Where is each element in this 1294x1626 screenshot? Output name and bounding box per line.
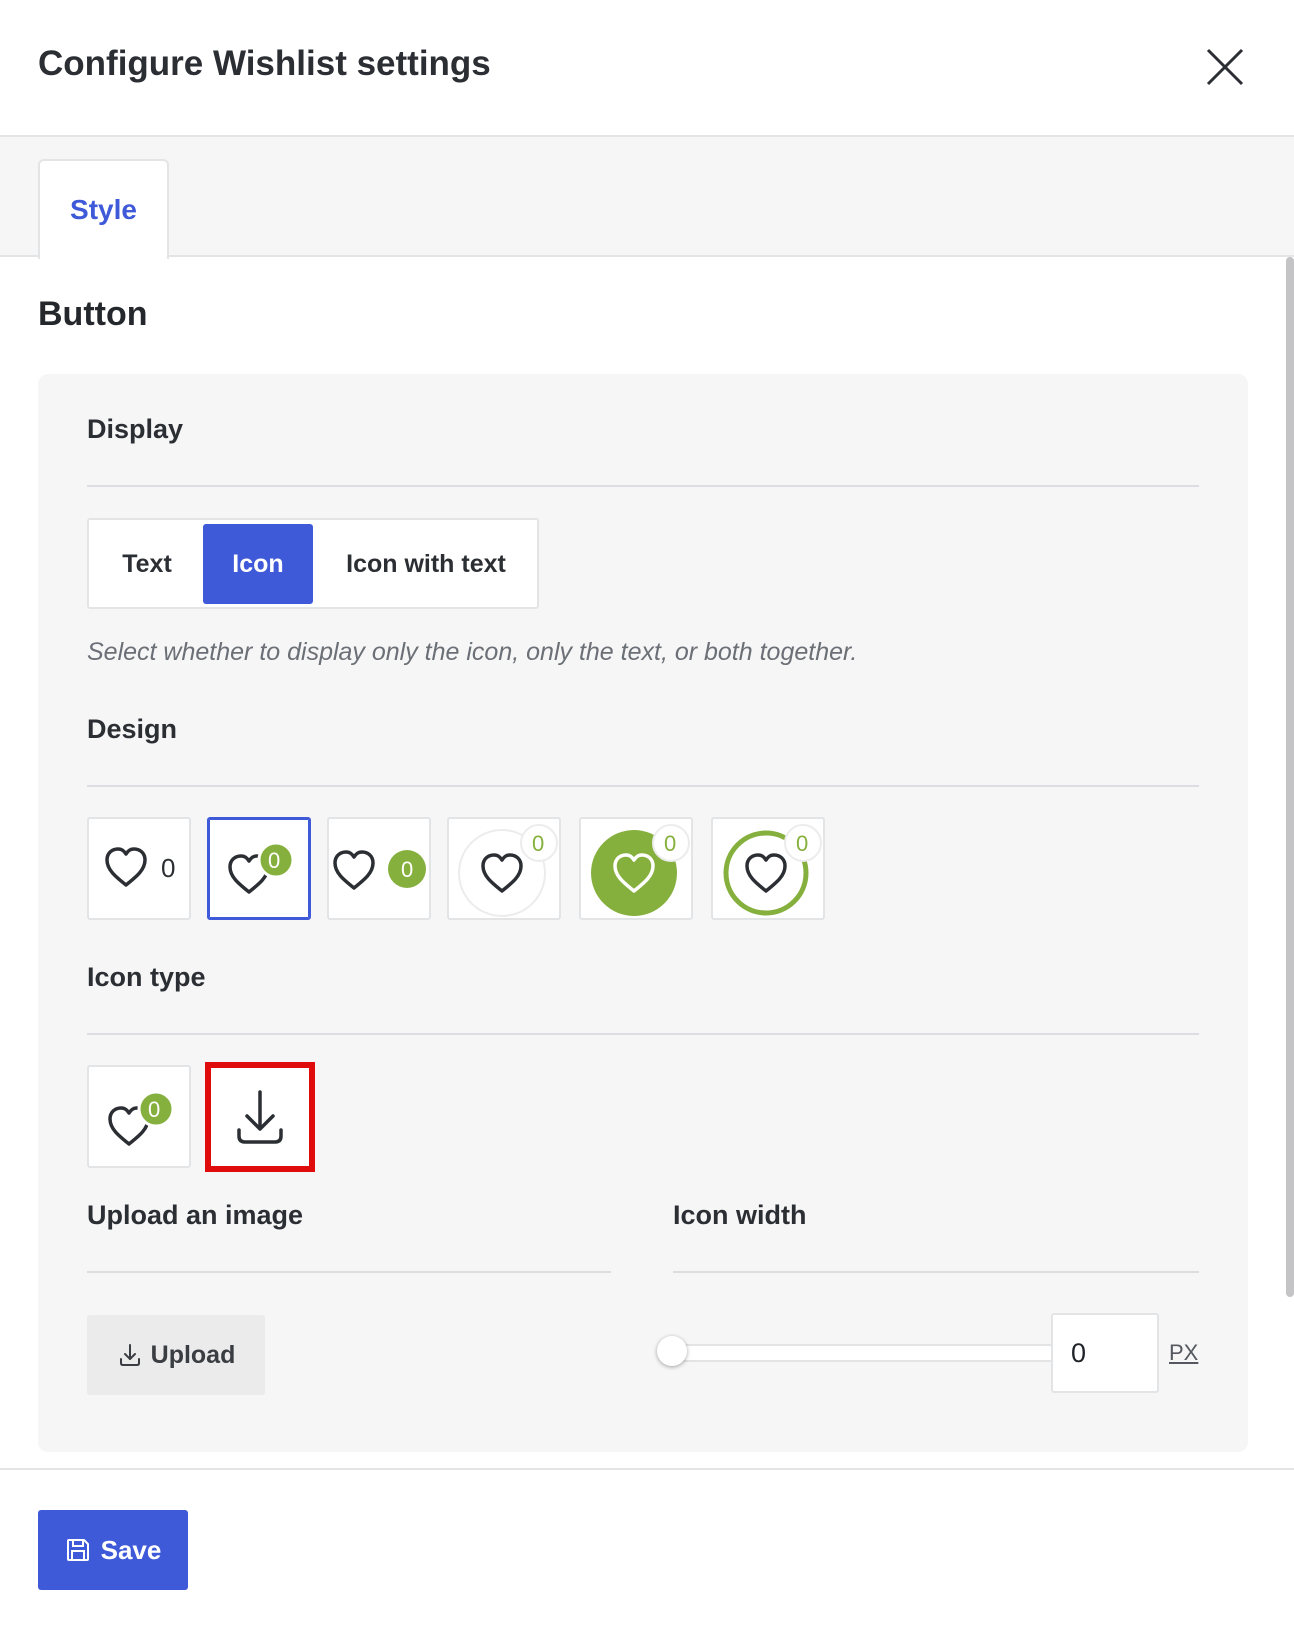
display-label: Display	[87, 414, 184, 444]
footer-divider	[0, 1468, 1294, 1470]
modal-title: Configure Wishlist settings	[38, 44, 491, 83]
design-option-6[interactable]: 0	[711, 817, 825, 920]
display-segmented-control: Text Icon Icon with text	[87, 518, 539, 609]
heart-icon	[105, 847, 147, 887]
design-option-1[interactable]: 0	[87, 817, 191, 920]
icon-width-label: Icon width	[673, 1200, 807, 1230]
design-count-badge: 0	[401, 857, 414, 882]
icon-width-slider-track[interactable]	[678, 1344, 1074, 1362]
design-option-5[interactable]: 0	[579, 817, 693, 920]
save-button[interactable]: Save	[38, 1510, 188, 1590]
design-option-2[interactable]: 0	[207, 817, 311, 920]
divider	[87, 485, 1199, 487]
download-icon	[237, 1090, 283, 1144]
design-option-4[interactable]: 0	[447, 817, 561, 920]
design-option-3[interactable]: 0	[327, 817, 431, 920]
tab-style[interactable]: Style	[38, 159, 169, 259]
design-count: 0	[161, 853, 176, 883]
scrollbar[interactable]	[1286, 257, 1294, 1297]
close-icon[interactable]	[1200, 42, 1250, 92]
heart-icon	[333, 850, 375, 890]
section-title: Button	[38, 295, 148, 333]
divider	[87, 785, 1199, 787]
upload-icon	[119, 1344, 140, 1366]
design-count-badge: 0	[532, 831, 545, 856]
display-option-text[interactable]: Text	[93, 524, 201, 604]
upload-button[interactable]: Upload	[87, 1315, 265, 1395]
design-count-badge: 0	[268, 848, 281, 873]
design-count-badge: 0	[664, 831, 677, 856]
icon-type-download[interactable]	[205, 1062, 315, 1172]
modal-header: Configure Wishlist settings	[0, 0, 1294, 137]
tab-bar: Style	[0, 137, 1294, 259]
divider	[87, 1033, 1199, 1035]
icon-width-slider-thumb[interactable]	[657, 1336, 687, 1366]
settings-panel: Display Text Icon Icon with text Select …	[38, 374, 1248, 1452]
display-help-text: Select whether to display only the icon,…	[87, 638, 858, 666]
icon-type-heart[interactable]: 0	[87, 1065, 191, 1168]
save-button-label: Save	[100, 1534, 162, 1565]
divider	[87, 1271, 611, 1273]
design-label: Design	[87, 714, 178, 744]
save-icon	[66, 1539, 89, 1561]
display-option-icon-with-text[interactable]: Icon with text	[315, 524, 537, 604]
upload-button-label: Upload	[150, 1340, 236, 1369]
icon-width-unit[interactable]: PX	[1169, 1340, 1198, 1366]
icon-type-label: Icon type	[87, 962, 206, 992]
icon-type-count-badge: 0	[148, 1097, 161, 1122]
upload-label: Upload an image	[87, 1200, 304, 1230]
display-option-icon[interactable]: Icon	[203, 524, 313, 604]
design-count-badge: 0	[796, 831, 809, 856]
icon-width-input[interactable]	[1051, 1313, 1159, 1393]
divider	[673, 1271, 1199, 1273]
